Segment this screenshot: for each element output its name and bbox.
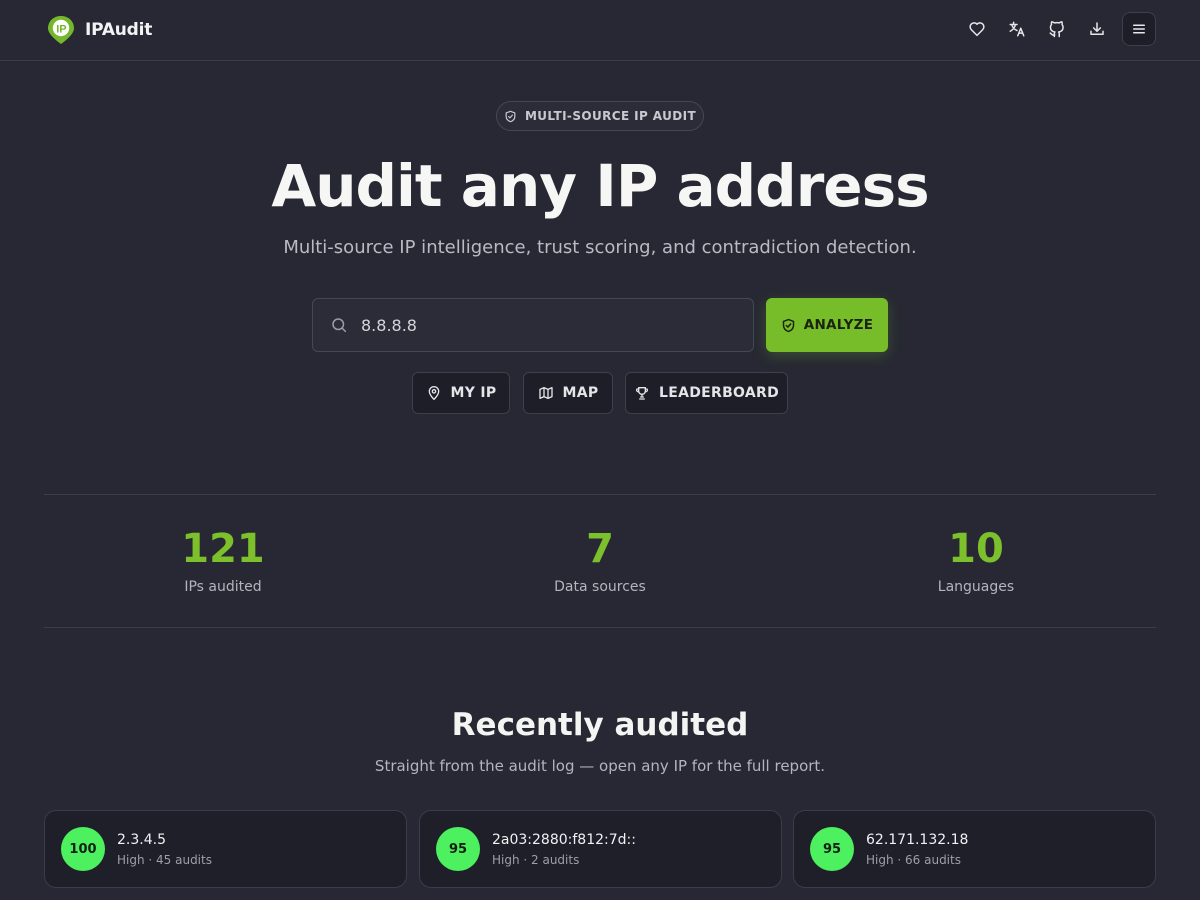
stat-value: 7	[586, 526, 614, 572]
card-meta: High · 45 audits	[117, 853, 212, 867]
analyze-button[interactable]: ANALYZE	[766, 298, 888, 352]
card-ip-address: 62.171.132.18	[866, 832, 969, 848]
card-ip-address: 2.3.4.5	[117, 832, 166, 848]
menu-button[interactable]	[1122, 12, 1156, 46]
stat-label: Data sources	[554, 579, 646, 595]
logo-link[interactable]: IP IPAudit	[46, 14, 152, 46]
stat-data-sources: 7 Data sources	[450, 525, 750, 595]
analyze-button-label: ANALYZE	[803, 317, 874, 333]
map-pin-icon	[428, 386, 439, 400]
install-button[interactable]	[1080, 12, 1114, 46]
ip-search-input[interactable]	[361, 315, 721, 335]
my-ip-button[interactable]: MY IP	[412, 372, 510, 414]
heart-icon	[969, 22, 985, 37]
map-icon	[538, 387, 553, 399]
recent-audit-card[interactable]: 100 2.3.4.5 High · 45 audits	[44, 810, 407, 888]
leaderboard-button[interactable]: LEADERBOARD	[625, 372, 788, 414]
trust-score-badge: 100	[61, 827, 105, 871]
stat-languages: 10 Languages	[826, 525, 1126, 595]
trust-score-badge: 95	[436, 827, 480, 871]
search-icon	[332, 318, 347, 333]
top-nav: IP IPAudit	[0, 0, 1200, 61]
map-button[interactable]: MAP	[523, 372, 613, 414]
brand-name: IPAudit	[85, 20, 153, 40]
card-ip-address: 2a03:2880:f812:7d::	[492, 832, 636, 848]
stats-strip: 121 IPs audited 7 Data sources 10 Langua…	[44, 494, 1156, 628]
github-button[interactable]	[1040, 12, 1074, 46]
trust-score-badge: 95	[810, 827, 854, 871]
stat-value: 10	[948, 526, 1004, 572]
stat-label: IPs audited	[184, 579, 262, 595]
map-label: MAP	[562, 385, 599, 401]
recent-audit-card[interactable]: 95 62.171.132.18 High · 66 audits	[793, 810, 1156, 888]
translate-icon	[1009, 21, 1025, 37]
card-meta: High · 66 audits	[866, 853, 961, 867]
stat-label: Languages	[937, 579, 1015, 595]
download-icon	[1090, 22, 1104, 35]
page-subtitle: Multi-source IP intelligence, trust scor…	[283, 237, 917, 258]
card-meta: High · 2 audits	[492, 853, 580, 867]
my-ip-label: MY IP	[450, 385, 497, 401]
shield-check-icon	[505, 110, 516, 122]
stat-value: 121	[181, 526, 265, 572]
header-actions	[954, 12, 1156, 46]
shield-check-icon	[782, 318, 794, 332]
section-title: Recently audited	[451, 707, 749, 743]
recent-audit-card[interactable]: 95 2a03:2880:f812:7d:: High · 2 audits	[419, 810, 782, 888]
section-subtitle: Straight from the audit log — open any I…	[374, 757, 826, 775]
favorite-button[interactable]	[960, 12, 994, 46]
hero-pill-label: MULTI-SOURCE IP AUDIT	[524, 109, 697, 123]
logo-icon: IP	[48, 16, 74, 44]
menu-icon	[1133, 24, 1145, 34]
language-button[interactable]	[1000, 12, 1034, 46]
stat-ips-audited: 121 IPs audited	[73, 525, 373, 595]
search-box	[312, 298, 754, 352]
svg-text:IP: IP	[56, 24, 66, 36]
hero-pill: MULTI-SOURCE IP AUDIT	[496, 101, 704, 131]
trophy-icon	[635, 387, 648, 400]
leaderboard-label: LEADERBOARD	[658, 385, 780, 401]
page-title: Audit any IP address	[271, 152, 929, 220]
github-icon	[1049, 21, 1064, 38]
